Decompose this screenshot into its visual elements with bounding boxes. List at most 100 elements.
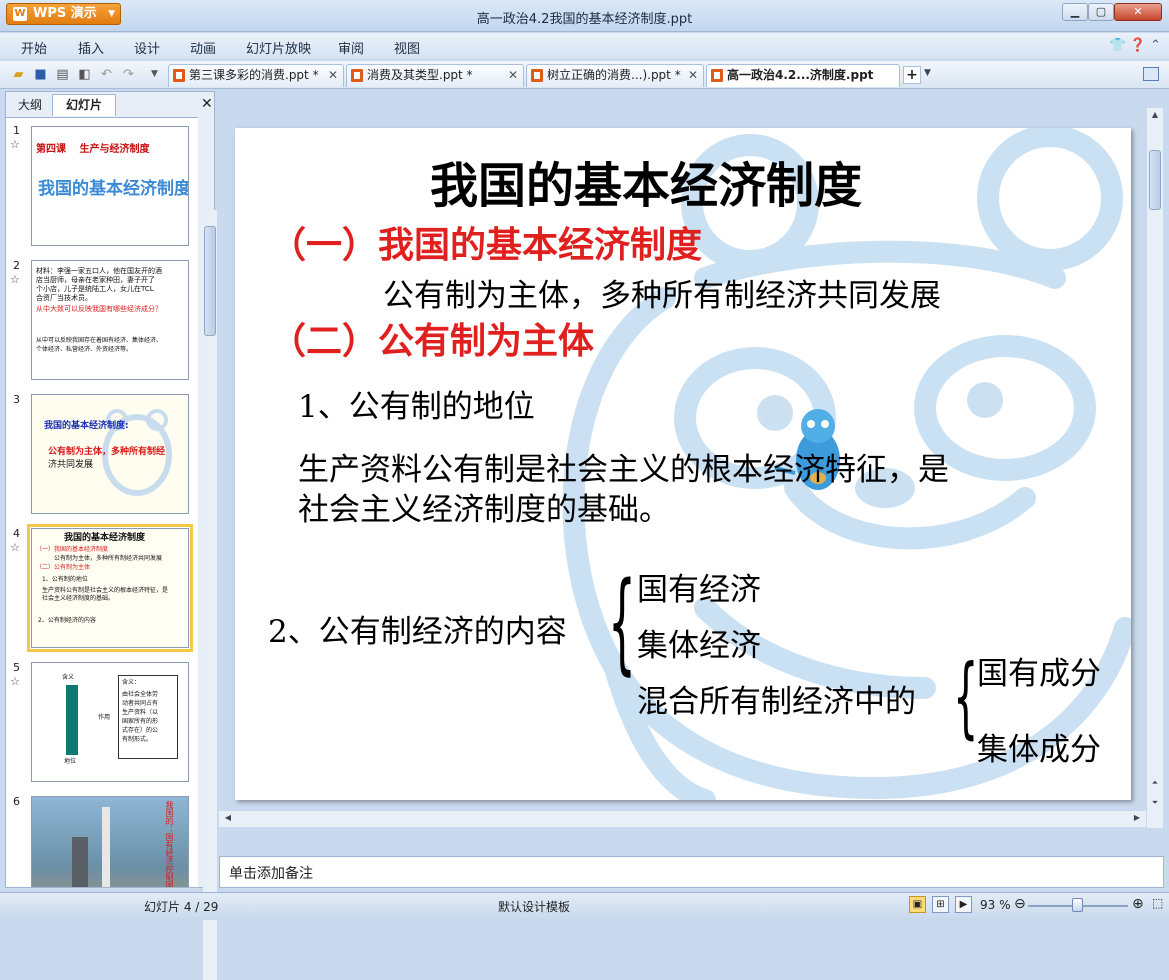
brace-icon: { xyxy=(608,560,636,688)
slide-thumb-5[interactable]: 含义 作用 地位 含义： 由社会全体劳 动者共同占有 生产资料（以 国家所有的形… xyxy=(31,662,189,782)
slide-position: 幻灯片 4 / 29 xyxy=(144,900,219,914)
slides-panel: 大纲 幻灯片 ✕ 1 ☆ 第四课 生产与经济制度 我国的基本经济制度 2 ☆ 材… xyxy=(5,91,217,980)
slide-4[interactable]: 我国的基本经济制度 （一）我国的基本经济制度 公有制为主体，多种所有制经济共同发… xyxy=(235,128,1131,800)
status-bar: 幻灯片 4 / 29 默认设计模板 ▣ ⊞ ▶ 93 % ⊖ ⊕ ⬚ xyxy=(0,892,1169,920)
slide-thumb-3[interactable]: 我国的基本经济制度: 公有制为主体，多种所有制经 济共同发展 xyxy=(31,394,189,514)
diagram-bar xyxy=(66,685,78,755)
tab-list-dropdown-icon[interactable]: ▼ xyxy=(924,68,931,78)
zoom-in-icon[interactable]: ⊕ xyxy=(1132,896,1144,912)
item-collective: 集体经济 xyxy=(637,628,761,664)
menu-insert[interactable]: 插入 xyxy=(78,38,104,57)
slide-title: 我国的基本经济制度 xyxy=(430,158,863,214)
animation-star-icon: ☆ xyxy=(10,541,20,554)
scroll-up-icon[interactable]: ▲ xyxy=(1149,110,1161,122)
menu-home[interactable]: 开始 xyxy=(21,38,47,57)
print-icon[interactable]: ▤ xyxy=(54,66,71,83)
undo-icon[interactable]: ↶ xyxy=(98,66,115,83)
scroll-left-icon[interactable]: ◀ xyxy=(222,813,234,825)
doc-tab-3[interactable]: 树立正确的消费...).ppt * ✕ xyxy=(526,64,704,87)
thumb-number: 1 xyxy=(13,124,20,137)
close-button[interactable]: ✕ xyxy=(1114,3,1162,21)
help-icon[interactable]: ❓ xyxy=(1130,38,1146,53)
ppt-file-icon xyxy=(173,69,185,82)
scroll-thumb[interactable] xyxy=(1149,150,1161,210)
print-preview-icon[interactable]: ◧ xyxy=(76,66,93,83)
thumb-number: 4 xyxy=(13,527,20,540)
save-icon[interactable]: ■ xyxy=(32,66,49,83)
prev-slide-icon[interactable]: ⏶ xyxy=(1149,778,1161,790)
next-slide-icon[interactable]: ⏷ xyxy=(1149,798,1161,810)
template-name: 默认设计模板 xyxy=(498,900,571,914)
minimize-button[interactable]: ▁ xyxy=(1062,3,1088,21)
slide-editor: 我国的基本经济制度 （一）我国的基本经济制度 公有制为主体，多种所有制经济共同发… xyxy=(219,108,1146,811)
normal-view-button[interactable]: ▣ xyxy=(909,896,926,913)
close-tab-icon[interactable]: ✕ xyxy=(328,65,338,86)
quick-toolbar: ▰ ■ ▤ ◧ ↶ ↷ ▼ 第三课多彩的消费.ppt * ✕ 消费及其类型.ppt… xyxy=(0,61,1169,89)
doc-tab-4-active[interactable]: 高一政治4.2...济制度.ppt xyxy=(706,64,900,87)
animation-star-icon: ☆ xyxy=(10,138,20,151)
toolbar-dropdown-icon[interactable]: ▼ xyxy=(146,66,163,83)
slide-thumb-4-selected[interactable]: 我国的基本经济制度 （一）我国的基本经济制度 公有制为主体，多种所有制经济共同发… xyxy=(27,524,193,652)
item-mixed: 混合所有制经济中的 xyxy=(637,684,916,720)
doc-tab-2[interactable]: 消费及其类型.ppt * ✕ xyxy=(346,64,524,87)
doc-tab-1[interactable]: 第三课多彩的消费.ppt * ✕ xyxy=(168,64,344,87)
close-tab-icon[interactable]: ✕ xyxy=(688,65,698,86)
slide-thumb-6[interactable]: 我国的：国有经济控制国民经济命脉 xyxy=(31,796,189,887)
zoom-out-icon[interactable]: ⊖ xyxy=(1014,896,1026,912)
thumb-number: 5 xyxy=(13,661,20,674)
chevron-up-icon[interactable]: ⌃ xyxy=(1150,38,1161,53)
menu-review[interactable]: 审阅 xyxy=(338,38,364,57)
menu-bar: 开始 插入 设计 动画 幻灯片放映 审阅 视图 👕 ❓ ⌃ xyxy=(0,33,1169,59)
slide-thumb-2[interactable]: 材料：李强一家五口人，他在国友开的酒 店当厨师，母亲在老家种田，妻子开了 个小店… xyxy=(31,260,189,380)
callout-box xyxy=(118,675,178,759)
close-tab-icon[interactable]: ✕ xyxy=(508,65,518,86)
window-title: 高一政治4.2我国的基本经济制度.ppt xyxy=(476,12,693,27)
thumbnail-scrollbar[interactable] xyxy=(203,210,217,980)
zoom-slider-handle[interactable] xyxy=(1072,898,1083,912)
sub-brace-icon: { xyxy=(953,648,979,750)
redo-icon[interactable]: ↷ xyxy=(120,66,137,83)
slide-horizontal-scrollbar[interactable]: ◀ ▶ xyxy=(219,811,1146,827)
shirt-icon[interactable]: 👕 xyxy=(1109,38,1125,53)
sub-item-collective: 集体成分 xyxy=(977,732,1101,768)
point-2-label: 2、公有制经济的内容 xyxy=(268,614,567,650)
thumb-number: 2 xyxy=(13,259,20,272)
tower-image xyxy=(72,837,88,887)
task-pane-icon[interactable] xyxy=(1143,67,1159,81)
heading-1-body: 公有制为主体，多种所有制经济共同发展 xyxy=(383,278,941,314)
tab-slides[interactable]: 幻灯片 xyxy=(52,94,116,116)
slide-sorter-view-button[interactable]: ⊞ xyxy=(932,896,949,913)
menu-design[interactable]: 设计 xyxy=(134,38,160,57)
new-tab-button[interactable]: + xyxy=(903,66,921,84)
scroll-right-icon[interactable]: ▶ xyxy=(1131,813,1143,825)
tab-outline[interactable]: 大纲 xyxy=(10,94,50,116)
fit-window-icon[interactable]: ⬚ xyxy=(1152,896,1163,910)
thumb-number: 3 xyxy=(13,393,20,406)
menu-slideshow[interactable]: 幻灯片放映 xyxy=(246,38,311,57)
scroll-thumb[interactable] xyxy=(204,226,216,336)
slideshow-view-button[interactable]: ▶ xyxy=(955,896,972,913)
sub-item-state: 国有成分 xyxy=(977,656,1101,692)
menu-animation[interactable]: 动画 xyxy=(190,38,216,57)
menu-view[interactable]: 视图 xyxy=(394,38,420,57)
heading-2: （二）公有制为主体 xyxy=(270,320,595,362)
point-1-line-2: 社会主义经济制度的基础。 xyxy=(298,492,670,528)
ppt-file-icon xyxy=(711,69,723,82)
menu-right-icons: 👕 ❓ ⌃ xyxy=(1109,38,1161,53)
notes-field[interactable]: 单击添加备注 xyxy=(219,856,1164,888)
point-1-label: 1、公有制的地位 xyxy=(298,389,535,425)
point-1-line-1: 生产资料公有制是社会主义的根本经济特征，是 xyxy=(298,452,949,488)
ppt-file-icon xyxy=(351,69,363,82)
zoom-level: 93 % xyxy=(980,898,1011,912)
ppt-file-icon xyxy=(531,69,543,82)
title-bar: W WPS 演示 ▼ 高一政治4.2我国的基本经济制度.ppt ▁ ▢ ✕ xyxy=(0,0,1169,32)
close-panel-icon[interactable]: ✕ xyxy=(201,96,213,112)
thumb-number: 6 xyxy=(13,795,20,808)
open-folder-icon[interactable]: ▰ xyxy=(10,66,27,83)
slide-thumb-1[interactable]: 第四课 生产与经济制度 我国的基本经济制度 xyxy=(31,126,189,246)
animation-star-icon: ☆ xyxy=(10,675,20,688)
slide-vertical-scrollbar[interactable]: ▲ ⏶ ⏷ xyxy=(1147,108,1163,828)
maximize-button[interactable]: ▢ xyxy=(1088,3,1114,21)
thumbnail-list: 1 ☆ 第四课 生产与经济制度 我国的基本经济制度 2 ☆ 材料：李强一家五口人… xyxy=(6,117,198,887)
animation-star-icon: ☆ xyxy=(10,273,20,286)
